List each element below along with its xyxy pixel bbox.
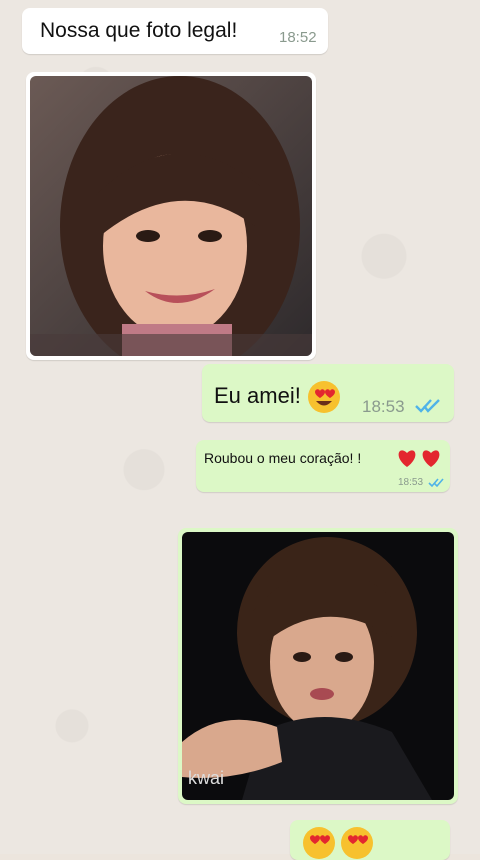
message-text: Nossa que foto legal!	[40, 19, 238, 42]
message-time: 18:53	[398, 477, 424, 488]
heart-eyes-emoji-icon	[307, 381, 340, 413]
photo-girl-smiling[interactable]	[30, 76, 312, 356]
message-text-content: Roubou o meu coração! !	[204, 450, 362, 466]
incoming-photo-message[interactable]	[26, 72, 316, 360]
double-check-icon	[428, 478, 444, 488]
outgoing-photo-message[interactable]: kwai	[178, 528, 458, 804]
kwai-watermark: kwai	[188, 768, 225, 788]
photo-image	[30, 76, 312, 356]
outgoing-message[interactable]	[290, 820, 450, 860]
message-text-content: Eu amei!	[214, 382, 301, 408]
red-heart-emoji-icon	[422, 450, 440, 467]
heart-eyes-emoji-icon	[303, 827, 335, 859]
double-check-icon	[415, 399, 440, 413]
message-text: Eu amei!	[214, 380, 341, 414]
photo-image	[182, 532, 454, 800]
message-time: 18:52	[279, 29, 317, 46]
photo-girl-dark-background[interactable]: kwai	[182, 532, 454, 800]
message-time: 18:53	[362, 397, 405, 416]
outgoing-message[interactable]: Eu amei! 18:53	[202, 364, 454, 422]
red-heart-emoji-icon	[398, 450, 416, 467]
incoming-message[interactable]: Nossa que foto legal! 18:52	[22, 8, 328, 54]
outgoing-message[interactable]: Roubou o meu coração! ! 18:53	[196, 440, 450, 492]
message-text: Roubou o meu coração! !	[204, 450, 361, 466]
heart-eyes-emoji-icon	[341, 827, 373, 859]
